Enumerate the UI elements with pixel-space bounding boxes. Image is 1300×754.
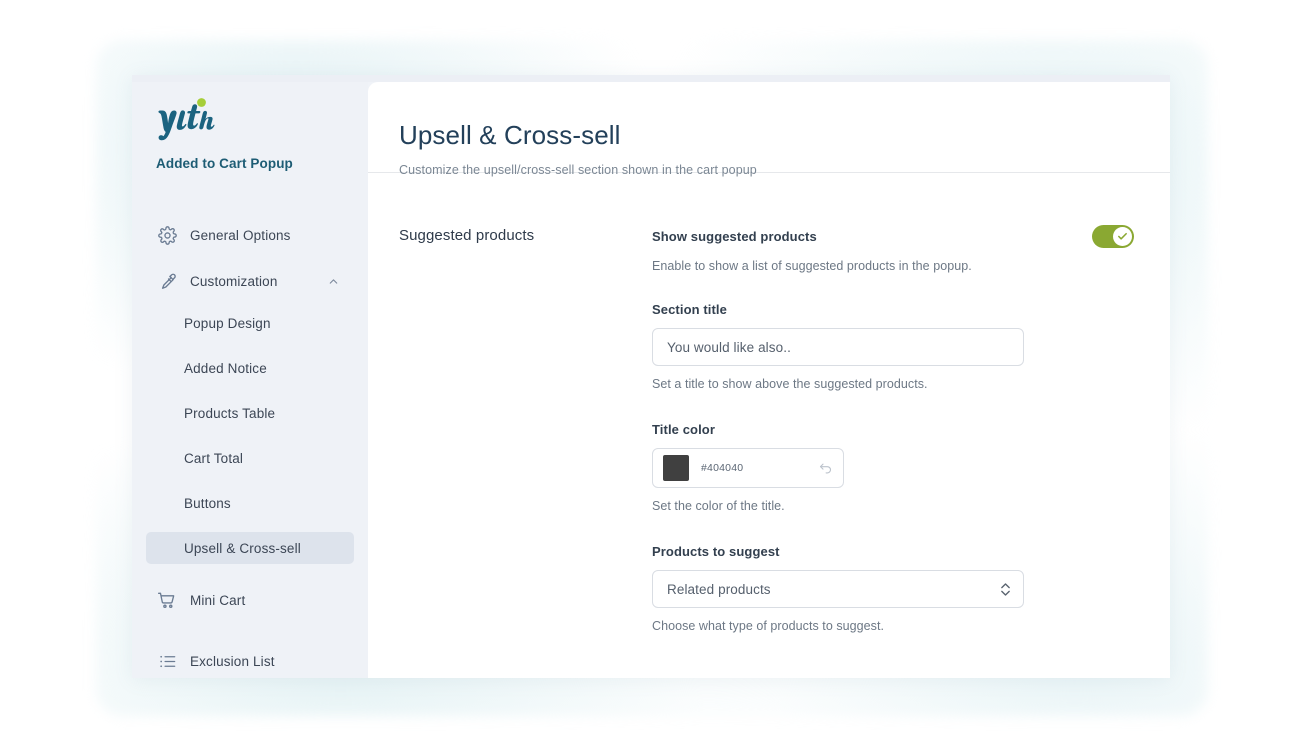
section-title-help: Set a title to show above the suggested … [652,377,928,391]
screen: Added to Cart Popup General Options Cust… [0,0,1300,754]
section-title-input[interactable] [652,328,1024,366]
sidebar-item-mini-cart[interactable]: Mini Cart [132,580,368,620]
show-suggested-products-label: Show suggested products [652,229,817,244]
title-color-label: Title color [652,422,715,437]
sidebar-nav: General Options Customization Popup Desi… [132,215,368,678]
list-icon [156,650,178,672]
chevron-up-down-icon [999,580,1011,598]
eyedropper-icon [156,270,178,292]
products-to-suggest-field: Products to suggest Related products Cho… [652,544,1134,633]
products-to-suggest-label: Products to suggest [652,544,780,559]
chevron-up-icon[interactable] [326,274,340,288]
sidebar-item-general-options[interactable]: General Options [132,215,368,255]
main-content: Upsell & Cross-sell Customize the upsell… [368,82,1170,678]
undo-icon[interactable] [817,460,833,476]
sidebar-bottom-nav: Mini Cart Exclusion List [132,580,368,678]
color-hex-value[interactable]: #404040 [701,462,817,474]
title-color-help: Set the color of the title. [652,499,785,513]
sidebar-item-popup-design[interactable]: Popup Design [146,307,354,339]
sidebar-item-exclusion-list[interactable]: Exclusion List [132,641,368,678]
page-title: Upsell & Cross-sell [399,120,621,150]
settings-fields: Show suggested products Enable to show a… [652,225,1170,664]
show-suggested-products-toggle[interactable] [1092,225,1134,248]
sidebar-item-products-table[interactable]: Products Table [146,397,354,429]
section-title: Suggested products [399,227,535,244]
sidebar-item-added-notice[interactable]: Added Notice [146,352,354,384]
sidebar-item-label: General Options [190,227,291,243]
sidebar-subitem-label: Added Notice [184,360,267,376]
sidebar-item-upsell-cross-sell[interactable]: Upsell & Cross-sell [146,532,354,564]
color-swatch[interactable] [663,455,689,481]
sidebar-subitem-label: Cart Total [184,450,244,466]
brand-block: Added to Cart Popup [132,82,368,171]
page-header: Upsell & Cross-sell Customize the upsell… [368,82,1170,177]
sidebar-item-label: Exclusion List [190,653,275,669]
brand-subtitle: Added to Cart Popup [156,156,293,171]
plugin-window: Added to Cart Popup General Options Cust… [132,75,1170,678]
sidebar-subitem-label: Popup Design [184,315,271,331]
sidebar-subitem-label: Buttons [184,495,231,511]
products-to-suggest-help: Choose what type of products to suggest. [652,619,884,633]
sidebar-item-label: Customization [190,273,278,289]
sidebar-item-label: Mini Cart [190,592,246,608]
yith-logo [156,96,368,142]
customization-subnav: Popup Design Added Notice Products Table… [132,307,368,564]
show-suggested-products-help: Enable to show a list of suggested produ… [652,259,972,273]
sidebar-item-buttons[interactable]: Buttons [146,487,354,519]
section-title-field: Section title Set a title to show above … [652,302,1134,391]
section-title-label: Section title [652,302,727,317]
title-color-field: Title color #404040 Set the color of the… [652,422,1134,513]
products-to-suggest-value: Related products [667,581,771,597]
window-top-bar [132,75,1170,82]
products-to-suggest-select[interactable]: Related products [652,570,1024,608]
sidebar-subitem-label: Upsell & Cross-sell [184,540,301,556]
suggested-products-section: Suggested products Show suggested produc… [368,173,1170,664]
shopping-cart-icon [156,589,178,611]
title-color-picker[interactable]: #404040 [652,448,844,488]
sidebar-subitem-label: Products Table [184,405,276,421]
sidebar-item-cart-total[interactable]: Cart Total [146,442,354,474]
sidebar-item-customization[interactable]: Customization [132,261,368,301]
show-suggested-products-field: Show suggested products Enable to show a… [652,225,1134,273]
gear-icon [156,224,178,246]
toggle-knob-check-icon [1113,227,1132,246]
sidebar: Added to Cart Popup General Options Cust… [132,82,368,678]
